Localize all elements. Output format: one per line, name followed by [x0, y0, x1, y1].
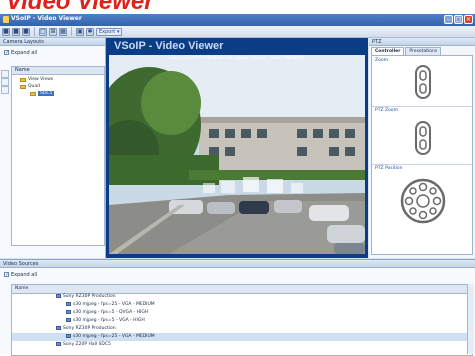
source-label: Sony RZ30P Production: [63, 326, 116, 331]
stream-label: s30 mjpeg - fps=5 - QVGA - HIGH: [73, 310, 149, 315]
stream-label: s30 mjpeg - fps=5 - VGA - HIGH: [73, 318, 145, 323]
page-banner: Video Viewer: [0, 0, 475, 14]
tree-node[interactable]: Quad: [20, 84, 40, 89]
toolbar-separator: [71, 27, 72, 36]
camera-icon[interactable]: ■: [2, 27, 10, 36]
stream-label: s30 mjpeg - fps=25 - VGA - MEDIUM: [73, 302, 155, 307]
ptz-panel: PTZ Controller Presetations Zoom PTZ Zoo…: [369, 38, 475, 258]
ptz-controls: Zoom PTZ Zoom PTZ Position: [371, 55, 473, 255]
stream-row[interactable]: s30 mjpeg - fps=25 - VGA - MEDIUM: [12, 301, 472, 309]
gutter-cell: [1, 78, 9, 86]
maximize-button[interactable]: □: [454, 15, 463, 24]
zoom-control-icon[interactable]: [414, 64, 432, 100]
video-sources-panel: Video Sources ✓ Expand all Name Sony RZ3…: [0, 259, 475, 356]
title-bar: VSoIP - Video Viewer – □ ×: [0, 14, 475, 26]
expand-all-checkbox[interactable]: ✓: [4, 272, 9, 278]
viewer-title: VSoIP - Video Viewer: [114, 40, 224, 52]
tree-column-header: Name: [12, 67, 104, 75]
toolbar-separator: [34, 27, 35, 36]
folder-icon: [20, 77, 26, 82]
video-sources-title: Video Sources: [3, 261, 39, 267]
tree-node[interactable]: View Views: [20, 77, 53, 82]
minimize-button[interactable]: –: [444, 15, 453, 24]
tree-gutter: [1, 66, 10, 244]
app-icon: [3, 16, 9, 23]
ptz-position-section: PTZ Position: [372, 164, 472, 254]
gutter-cell: [1, 70, 9, 78]
stream-icon: [66, 301, 71, 306]
layout-4-icon[interactable]: ⊞: [49, 27, 57, 36]
tree-node-label: SDC5: [38, 91, 55, 96]
folder-icon: [30, 91, 36, 96]
window-controls: – □ ×: [444, 15, 473, 24]
camera-icon[interactable]: ■: [12, 27, 20, 36]
layout-1-icon[interactable]: □: [39, 27, 47, 36]
ptz-title: PTZ: [372, 39, 382, 45]
layout-custom-icon[interactable]: ▣: [76, 27, 84, 36]
camera-icon: [56, 293, 61, 298]
tab-controller[interactable]: Controller: [371, 47, 405, 55]
video-sources-header: Video Sources: [0, 260, 475, 268]
tab-presetations[interactable]: Presetations: [405, 47, 442, 55]
camera-layouts-header: Camera Layouts: [0, 38, 105, 46]
ptz-zoom-section: PTZ Zoom: [372, 106, 472, 165]
tree-node-selected[interactable]: SDC5: [30, 91, 55, 96]
export-label: Export: [99, 28, 116, 35]
source-row[interactable]: Sony Z20P Hall SDC5: [12, 341, 472, 349]
vertical-scrollbar[interactable]: [467, 284, 474, 354]
source-label: Sony Z20P Hall SDC5: [63, 342, 111, 347]
export-button[interactable]: Export ▾: [96, 27, 123, 36]
banner-title: Video Viewer: [6, 0, 154, 14]
settings-icon[interactable]: ✱: [86, 27, 94, 36]
source-label: Sony RZ30P Production: [63, 294, 116, 299]
toolbar: ■ ■ ■ □ ⊞ ▦ ▣ ✱ Export ▾: [0, 26, 475, 38]
stream-label: s30 mjpeg - fps=25 - VGA - MEDIUM: [73, 334, 155, 339]
video-image: [109, 55, 365, 254]
stream-row[interactable]: s30 mjpeg - fps=5 - QVGA - HIGH: [12, 309, 472, 317]
gutter-cell: [1, 86, 9, 94]
video-frame[interactable]: Sony RZ30P Production (30 mjpeg - fps-25…: [109, 55, 365, 254]
close-button[interactable]: ×: [464, 15, 473, 24]
camera-icon: [56, 325, 61, 330]
stream-icon: [66, 317, 71, 322]
ptz-header: PTZ: [369, 38, 475, 46]
tree-node-label: Quad: [28, 84, 41, 89]
camera-layouts-panel: Camera Layouts ✓ Expand all Name View Vi…: [0, 38, 106, 258]
ptz-zoom-label: PTZ Zoom: [375, 108, 398, 113]
video-sources-grid: Name Sony RZ30P Production s30 mjpeg - f…: [11, 284, 473, 356]
video-caption: Sony RZ30P Production (30 mjpeg - fps-25…: [170, 56, 304, 61]
layouts-tree: Name View Views Quad SDC5: [11, 66, 105, 246]
stream-icon: [66, 309, 71, 314]
expand-all-label: Expand all: [11, 50, 38, 56]
ptz-tabs: Controller Presetations: [371, 47, 442, 55]
camera-icon: [56, 341, 61, 346]
source-row[interactable]: Sony RZ30P Production: [12, 325, 472, 333]
zoom-section: Zoom: [372, 56, 472, 107]
app-window: VSoIP - Video Viewer – □ × ■ ■ ■ □ ⊞ ▦ ▣…: [0, 14, 475, 356]
ptz-position-joystick-icon[interactable]: [400, 178, 446, 224]
ptz-zoom-control-icon[interactable]: [414, 120, 432, 156]
camera-icon[interactable]: ■: [22, 27, 30, 36]
layout-9-icon[interactable]: ▦: [59, 27, 67, 36]
stream-row[interactable]: s30 mjpeg - fps=5 - VGA - HIGH: [12, 317, 472, 325]
stream-row-highlighted[interactable]: s30 mjpeg - fps=25 - VGA - MEDIUM: [12, 333, 472, 341]
expand-all-label: Expand all: [11, 272, 38, 278]
ptz-position-label: PTZ Position: [375, 166, 403, 171]
expand-all-checkbox[interactable]: ✓: [4, 50, 9, 56]
source-row[interactable]: Sony RZ30P Production: [12, 293, 472, 301]
camera-layouts-title: Camera Layouts: [3, 39, 44, 45]
video-viewer: VSoIP - Video Viewer Sony RZ30P Producti…: [106, 38, 368, 258]
folder-icon: [20, 84, 26, 89]
stream-icon: [66, 333, 71, 338]
window-title: VSoIP - Video Viewer: [11, 15, 82, 22]
tree-node-label: View Views: [28, 77, 54, 82]
chevron-down-icon: ▾: [116, 28, 120, 35]
zoom-label: Zoom: [375, 58, 388, 63]
